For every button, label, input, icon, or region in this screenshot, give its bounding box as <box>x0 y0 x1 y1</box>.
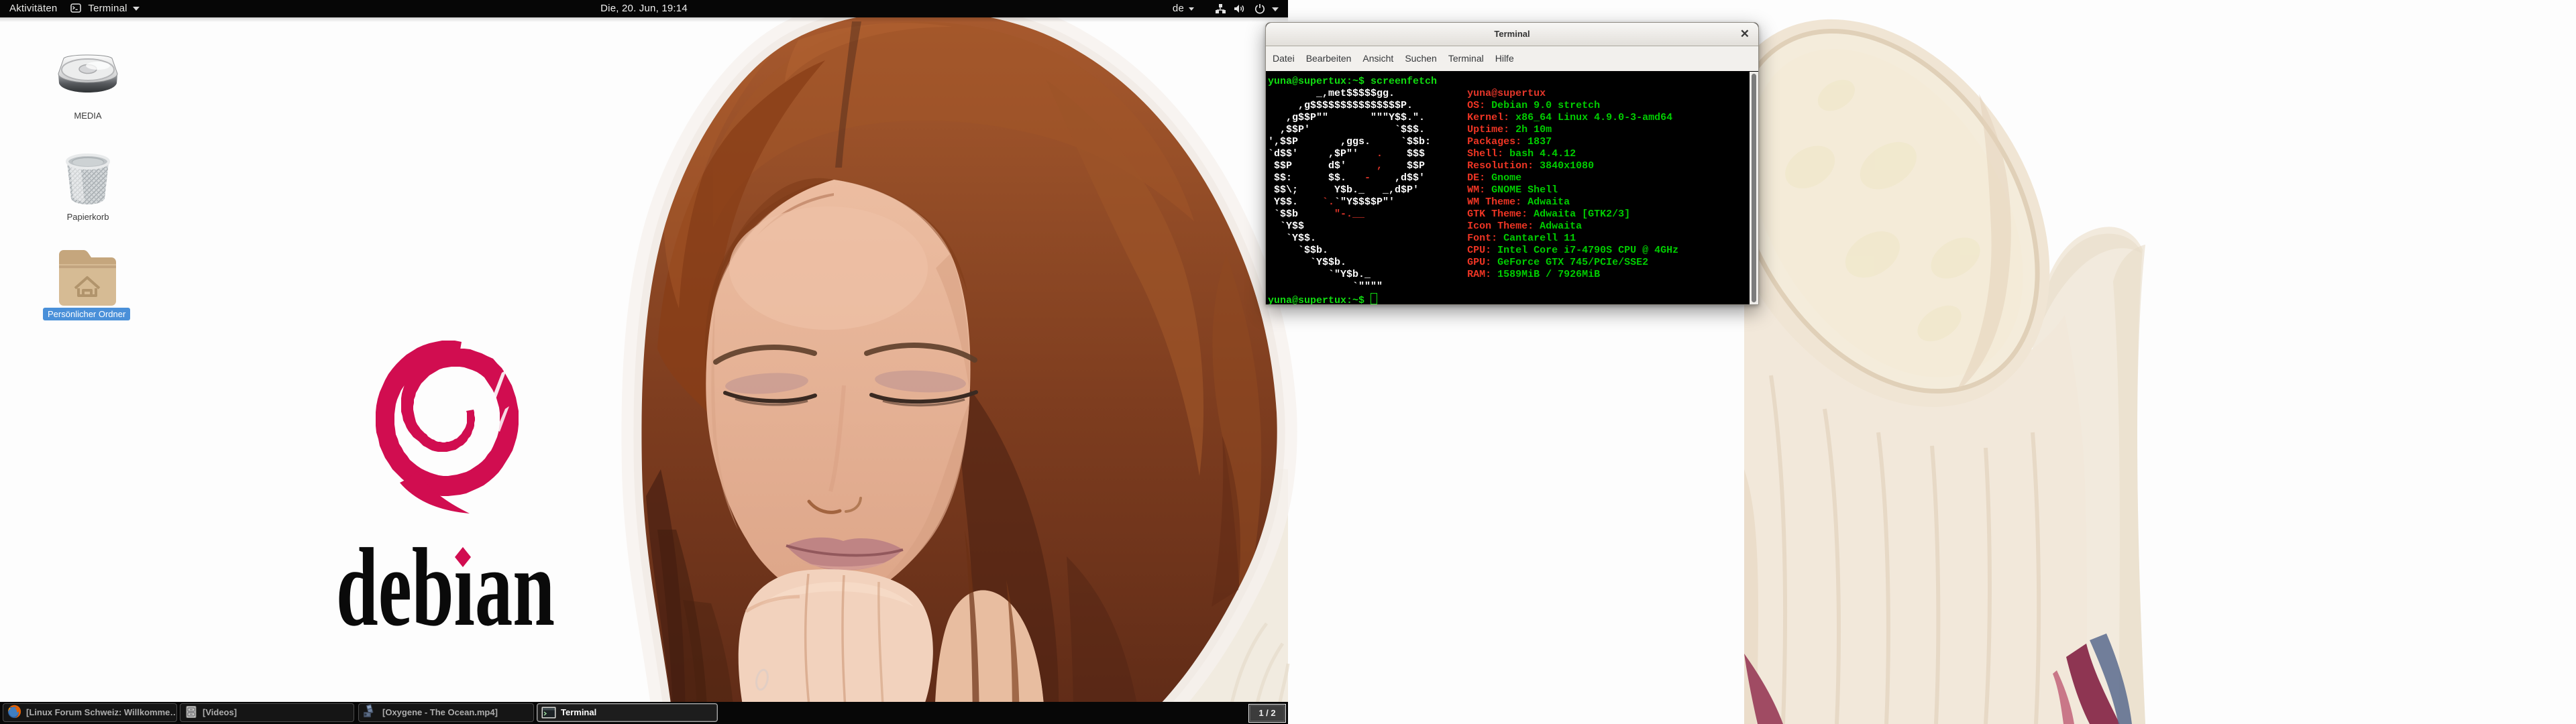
svg-text:debıan: debıan <box>336 526 555 650</box>
